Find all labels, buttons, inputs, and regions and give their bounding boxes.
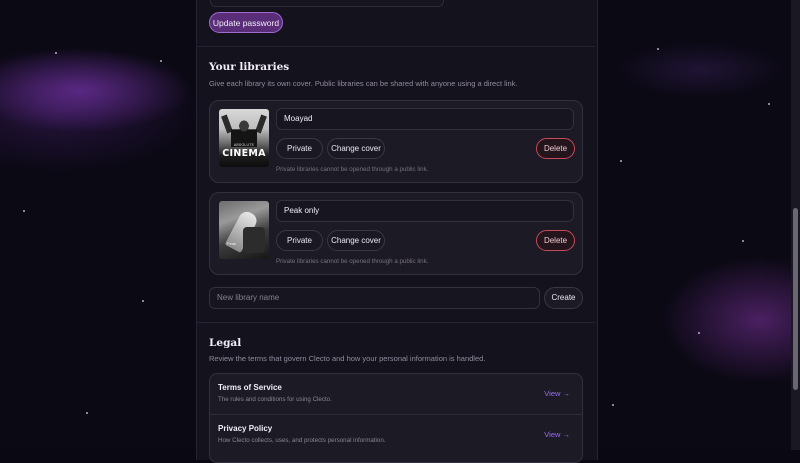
star xyxy=(657,48,659,50)
update-password-button[interactable]: Update password xyxy=(209,12,283,33)
star xyxy=(698,332,700,334)
delete-library-button[interactable]: Delete xyxy=(536,230,575,251)
library-card: Peak Peak only Private Change cover Dele… xyxy=(209,192,583,275)
change-cover-button[interactable]: Change cover xyxy=(327,230,385,251)
section-divider xyxy=(197,46,595,47)
library-cover-image: ABSOLUTE CINEMA xyxy=(219,109,269,167)
libraries-section-title: Your libraries xyxy=(209,61,289,73)
star xyxy=(160,60,162,62)
privacy-toggle-button[interactable]: Private xyxy=(276,138,323,159)
cover-figure xyxy=(243,227,265,253)
library-name-input[interactable]: Moayad xyxy=(276,108,574,130)
section-divider xyxy=(197,322,595,323)
star xyxy=(142,300,144,302)
scrollbar-thumb[interactable] xyxy=(793,208,798,390)
password-field[interactable] xyxy=(210,0,444,7)
delete-library-button[interactable]: Delete xyxy=(536,138,575,159)
legal-item-privacy[interactable]: Privacy Policy How Clecto collects, uses… xyxy=(210,414,582,455)
star xyxy=(620,160,622,162)
star xyxy=(55,52,57,54)
star xyxy=(612,404,614,406)
legal-item-description: The rules and conditions for using Clect… xyxy=(218,396,332,403)
legal-section-description: Review the terms that govern Clecto and … xyxy=(209,354,485,363)
star xyxy=(742,240,744,242)
legal-section-title: Legal xyxy=(209,337,241,349)
page-scrollbar[interactable] xyxy=(791,0,800,450)
library-privacy-note: Private libraries cannot be opened throu… xyxy=(276,258,428,265)
cover-caption: CINEMA xyxy=(219,148,269,159)
library-name-input[interactable]: Peak only xyxy=(276,200,574,222)
change-cover-button[interactable]: Change cover xyxy=(327,138,385,159)
library-cover-image: Peak xyxy=(219,201,269,259)
cover-caption-small: ABSOLUTE xyxy=(219,143,269,147)
view-terms-link[interactable]: View → xyxy=(544,389,570,398)
star xyxy=(23,210,25,212)
star xyxy=(86,412,88,414)
libraries-section-description: Give each library its own cover. Public … xyxy=(209,79,518,88)
privacy-toggle-button[interactable]: Private xyxy=(276,230,323,251)
legal-item-terms[interactable]: Terms of Service The rules and condition… xyxy=(210,374,582,414)
library-card: ABSOLUTE CINEMA Moayad Private Change co… xyxy=(209,100,583,183)
library-privacy-note: Private libraries cannot be opened throu… xyxy=(276,166,428,173)
new-library-name-input[interactable]: New library name xyxy=(209,287,540,309)
create-library-button[interactable]: Create xyxy=(544,287,583,309)
legal-item-description: How Clecto collects, uses, and protects … xyxy=(218,437,386,444)
legal-item-title: Terms of Service xyxy=(218,383,282,392)
star xyxy=(768,103,770,105)
view-privacy-link[interactable]: View → xyxy=(544,430,570,439)
cover-caption: Peak xyxy=(227,241,236,246)
legal-item-title: Privacy Policy xyxy=(218,424,272,433)
